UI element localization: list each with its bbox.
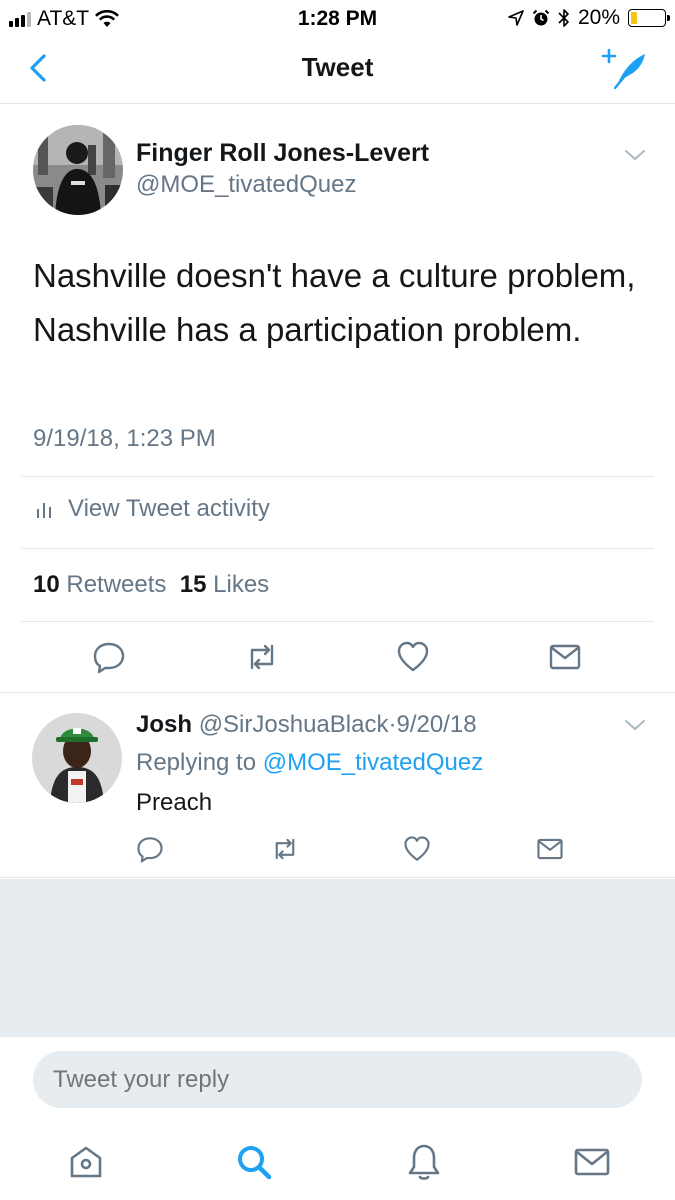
reply-tweet[interactable]: Josh @SirJoshuaBlack·9/20/18 Replying to… <box>0 692 675 878</box>
status-bar: AT&T 1:28 PM 20% <box>0 0 675 36</box>
replying-prefix: Replying to <box>136 749 257 776</box>
retweet-icon[interactable] <box>245 640 279 674</box>
chevron-down-icon[interactable] <box>623 147 647 163</box>
replying-to-link[interactable]: @MOE_tivatedQuez <box>263 749 483 776</box>
reply-header: Josh @SirJoshuaBlack·9/20/18 <box>136 711 477 739</box>
divider <box>21 476 654 477</box>
avatar[interactable] <box>32 713 122 803</box>
tweet-timestamp: 9/19/18, 1:23 PM <box>33 425 216 452</box>
likes-label: Likes <box>213 571 270 598</box>
reply-text: Preach <box>136 789 213 816</box>
reply-date: 9/20/18 <box>396 711 477 738</box>
battery-percent: 20% <box>577 6 620 29</box>
home-icon[interactable] <box>66 1142 106 1182</box>
like-heart-icon[interactable] <box>403 835 431 863</box>
divider <box>21 621 654 622</box>
retweets-count: 10 <box>33 571 60 598</box>
author-name[interactable]: Finger Roll Jones-Levert <box>136 139 429 168</box>
avatar[interactable] <box>33 125 123 215</box>
battery-icon <box>628 9 670 27</box>
reply-input[interactable] <box>33 1051 642 1108</box>
likes-stat[interactable]: 15 Likes <box>180 571 269 598</box>
reply-icon[interactable] <box>92 640 126 674</box>
share-mail-icon[interactable] <box>548 640 582 674</box>
divider <box>21 548 654 549</box>
search-icon[interactable] <box>234 1142 274 1182</box>
chevron-down-icon[interactable] <box>623 717 647 733</box>
replying-to-line: Replying to @MOE_tivatedQuez <box>136 749 483 777</box>
reply-composer <box>0 1036 675 1120</box>
tweet-actions <box>0 635 675 679</box>
status-right-group: 20% <box>508 6 670 30</box>
bar-chart-icon <box>37 503 51 518</box>
likes-count: 15 <box>179 571 207 598</box>
like-heart-icon[interactable] <box>396 640 430 674</box>
tweet-text: Nashville doesn't have a culture problem… <box>33 257 636 348</box>
page-title: Tweet <box>301 52 374 82</box>
retweets-label: Retweets <box>66 571 167 598</box>
compose-tweet-icon[interactable] <box>601 46 649 90</box>
engagement-stats: 10 Retweets 15 Likes <box>33 571 269 599</box>
reply-author-name[interactable]: Josh <box>136 711 192 738</box>
tab-bar <box>0 1120 675 1200</box>
messages-icon[interactable] <box>572 1142 612 1182</box>
empty-content-area <box>0 879 675 1036</box>
retweet-icon[interactable] <box>271 835 299 863</box>
author-handle[interactable]: @MOE_tivatedQuez <box>136 171 356 199</box>
activity-label: View Tweet activity <box>68 495 270 522</box>
bluetooth-icon <box>558 9 569 27</box>
view-tweet-activity-link[interactable]: View Tweet activity <box>34 495 270 523</box>
reply-icon[interactable] <box>136 835 164 863</box>
notifications-icon[interactable] <box>404 1142 444 1182</box>
reply-avatar-photo <box>32 713 122 803</box>
author-avatar-photo <box>33 125 123 215</box>
reply-author-handle[interactable]: @SirJoshuaBlack <box>199 711 389 738</box>
share-mail-icon[interactable] <box>536 835 564 863</box>
alarm-icon <box>532 9 550 26</box>
navigation-bar: Tweet <box>0 36 675 104</box>
retweets-stat[interactable]: 10 Retweets <box>33 571 166 598</box>
location-arrow-icon <box>508 10 524 26</box>
